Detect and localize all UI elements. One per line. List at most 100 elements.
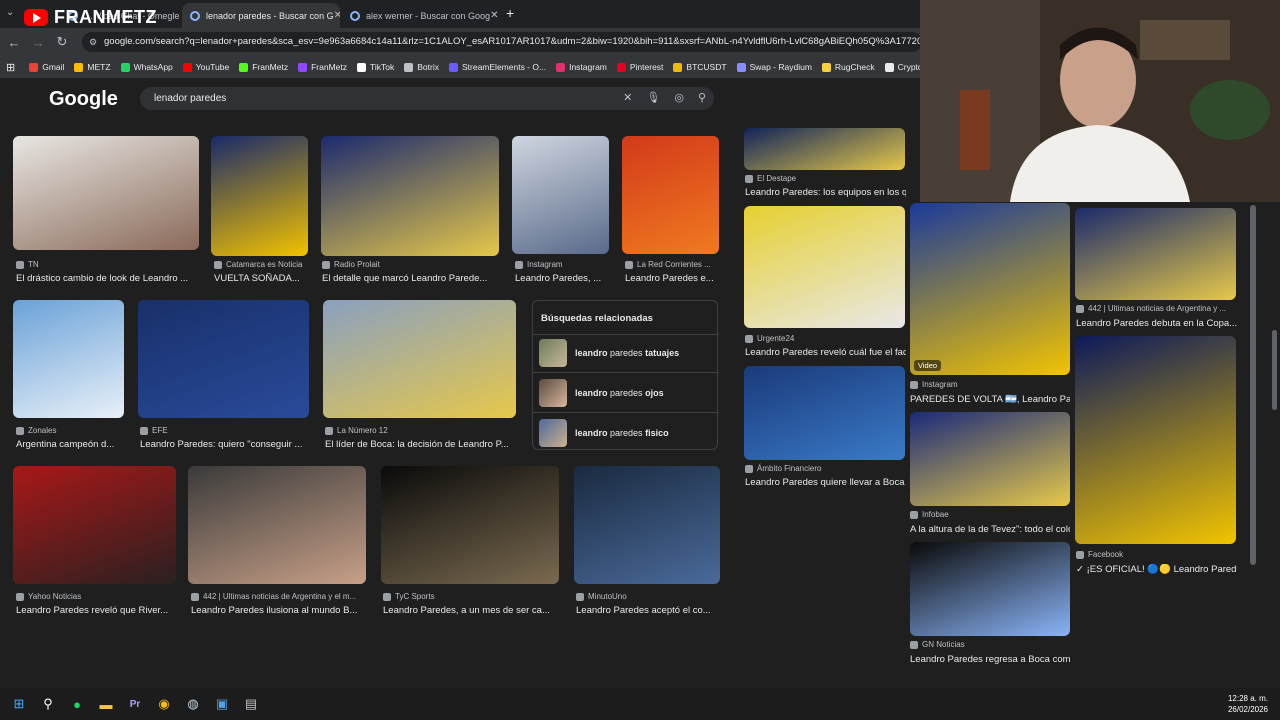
- result-source[interactable]: El Destape: [745, 174, 796, 183]
- google-logo[interactable]: Google: [49, 88, 118, 111]
- result-source[interactable]: TyC Sports: [383, 592, 435, 601]
- result-source[interactable]: La Red Corrientes ...: [625, 260, 711, 269]
- result-source[interactable]: La Número 12: [325, 426, 388, 435]
- page-scrollbar[interactable]: [1272, 330, 1277, 410]
- tab-search-icon[interactable]: ⌄: [6, 7, 14, 18]
- bookmark-item[interactable]: Pinterest: [616, 62, 663, 72]
- result-source[interactable]: Ámbito Financiero: [745, 464, 821, 473]
- result-image[interactable]: [744, 206, 905, 328]
- result-caption[interactable]: A la altura de la de Tevez": todo el col…: [910, 524, 1070, 535]
- result-source[interactable]: Infobae: [910, 510, 949, 519]
- result-image[interactable]: [321, 136, 499, 256]
- result-image[interactable]: [13, 300, 124, 418]
- apps-grid-icon[interactable]: ⊞: [6, 61, 15, 74]
- site-info-icon[interactable]: ⚙: [89, 32, 97, 52]
- bookmark-item[interactable]: Instagram: [556, 62, 607, 72]
- result-image[interactable]: [138, 300, 309, 418]
- result-image[interactable]: [622, 136, 719, 254]
- spotify-icon[interactable]: ●: [67, 694, 87, 714]
- result-caption[interactable]: Leandro Paredes reveló que River...: [16, 605, 168, 616]
- result-source[interactable]: Instagram: [515, 260, 563, 269]
- result-caption[interactable]: Leandro Paredes quiere llevar a Boca a..…: [745, 477, 906, 488]
- result-image[interactable]: [744, 366, 905, 460]
- result-caption[interactable]: VUELTA SOÑADA...: [214, 273, 300, 284]
- bookmark-item[interactable]: BTCUSDT: [673, 62, 727, 72]
- result-image[interactable]: [13, 136, 199, 250]
- search-icon[interactable]: ⚲: [698, 87, 706, 110]
- system-clock[interactable]: 12:28 a. m. 26/02/2026: [1228, 693, 1268, 715]
- result-caption[interactable]: Leandro Paredes: los equipos en los qu..…: [745, 187, 906, 198]
- result-caption[interactable]: PAREDES DE VOLTA 🇦🇷, Leandro Parede...: [910, 394, 1070, 405]
- windows-start-icon[interactable]: ⊞: [9, 694, 29, 714]
- tab-alex-werner[interactable]: alex werner - Buscar con Goog ✕: [342, 3, 500, 28]
- result-image[interactable]: [13, 466, 176, 584]
- result-image[interactable]: [1075, 336, 1236, 544]
- result-source[interactable]: Zonales: [16, 426, 56, 435]
- result-image[interactable]: [512, 136, 609, 254]
- result-caption[interactable]: Leandro Paredes, ...: [515, 273, 601, 284]
- bookmark-item[interactable]: METZ: [74, 62, 111, 72]
- result-image[interactable]: [323, 300, 516, 418]
- bookmark-item[interactable]: StreamElements - O...: [448, 62, 546, 72]
- app-icon[interactable]: ▣: [212, 694, 232, 714]
- result-image[interactable]: [744, 128, 905, 170]
- result-image[interactable]: [381, 466, 559, 584]
- reload-icon[interactable]: ↻: [50, 34, 74, 50]
- result-source[interactable]: Instagram: [910, 380, 958, 389]
- result-source[interactable]: 442 | Ultimas noticias de Argentina y ..…: [1076, 304, 1226, 313]
- result-caption[interactable]: El detalle que marcó Leandro Parede...: [322, 273, 487, 284]
- url-field[interactable]: ⚙ google.com/search?q=lenador+paredes&sc…: [82, 32, 922, 52]
- result-source[interactable]: EFE: [140, 426, 168, 435]
- bookmark-item[interactable]: WhatsApp: [120, 62, 173, 72]
- result-source[interactable]: Facebook: [1076, 550, 1123, 559]
- result-source[interactable]: Yahoo Noticias: [16, 592, 81, 601]
- result-caption[interactable]: Leandro Paredes aceptó el co...: [576, 605, 711, 616]
- result-image[interactable]: [188, 466, 366, 584]
- premiere-icon[interactable]: Pr: [125, 694, 145, 714]
- search-icon[interactable]: ⚲: [38, 694, 58, 714]
- related-search-fisico[interactable]: leandro paredes fisico: [539, 418, 715, 448]
- bookmark-item[interactable]: Crypto: [884, 62, 923, 72]
- result-image[interactable]: [910, 542, 1070, 636]
- bookmark-item[interactable]: Gmail: [29, 62, 64, 72]
- steam-icon[interactable]: ◍: [183, 694, 203, 714]
- new-tab-button[interactable]: +: [506, 5, 514, 21]
- result-source[interactable]: Urgente24: [745, 334, 794, 343]
- result-image[interactable]: [910, 412, 1070, 506]
- bookmark-item[interactable]: TikTok: [357, 62, 394, 72]
- result-caption[interactable]: El drástico cambio de look de Leandro ..…: [16, 273, 188, 284]
- results-scrollbar[interactable]: [1250, 205, 1256, 565]
- result-source[interactable]: TN: [16, 260, 39, 269]
- result-caption[interactable]: ✓ ¡ES OFICIAL! 🔵🟡 Leandro Paredes...: [1076, 564, 1237, 575]
- result-image[interactable]: [574, 466, 720, 584]
- result-image[interactable]: Video: [910, 203, 1070, 375]
- result-source[interactable]: MinutoUno: [576, 592, 627, 601]
- result-caption[interactable]: Leandro Paredes: quiero "conseguir ...: [140, 439, 302, 450]
- bookmark-item[interactable]: FranMetz: [239, 62, 288, 72]
- bookmark-item[interactable]: Botrix: [404, 62, 439, 72]
- back-arrow-icon[interactable]: ←: [2, 35, 26, 50]
- result-caption[interactable]: Leandro Paredes regresa a Boca como...: [910, 654, 1070, 665]
- lens-icon[interactable]: ◎: [674, 87, 684, 110]
- related-search-ojos[interactable]: leandro paredes ojos: [539, 378, 715, 408]
- tool-icon[interactable]: ▤: [241, 694, 261, 714]
- result-source[interactable]: Catamarca es Noticia: [214, 260, 302, 269]
- tab-close-icon[interactable]: ✕: [490, 10, 498, 21]
- bookmark-item[interactable]: YouTube: [182, 62, 229, 72]
- result-source[interactable]: 442 | Ultimas noticias de Argentina y el…: [191, 592, 356, 601]
- result-caption[interactable]: Argentina campeón d...: [16, 439, 114, 450]
- forward-arrow-icon[interactable]: →: [26, 35, 50, 50]
- result-image[interactable]: [211, 136, 308, 256]
- bookmark-item[interactable]: FranMetz: [298, 62, 347, 72]
- tab-close-icon[interactable]: ✕: [334, 10, 340, 21]
- search-input[interactable]: lenador paredes ✕ 🎙 ◎ ⚲: [140, 87, 714, 110]
- clear-icon[interactable]: ✕: [623, 87, 632, 110]
- result-caption[interactable]: Leandro Paredes ilusiona al mundo B...: [191, 605, 357, 616]
- chrome-icon[interactable]: ◉: [154, 694, 174, 714]
- result-caption[interactable]: Leandro Paredes reveló cuál fue el fact.…: [745, 347, 906, 358]
- result-source[interactable]: GN Noticias: [910, 640, 965, 649]
- result-source[interactable]: Radio Prolait: [322, 260, 380, 269]
- result-caption[interactable]: El líder de Boca: la decisión de Leandro…: [325, 439, 509, 450]
- bookmark-item[interactable]: RugCheck: [821, 62, 875, 72]
- result-image[interactable]: [1075, 208, 1236, 300]
